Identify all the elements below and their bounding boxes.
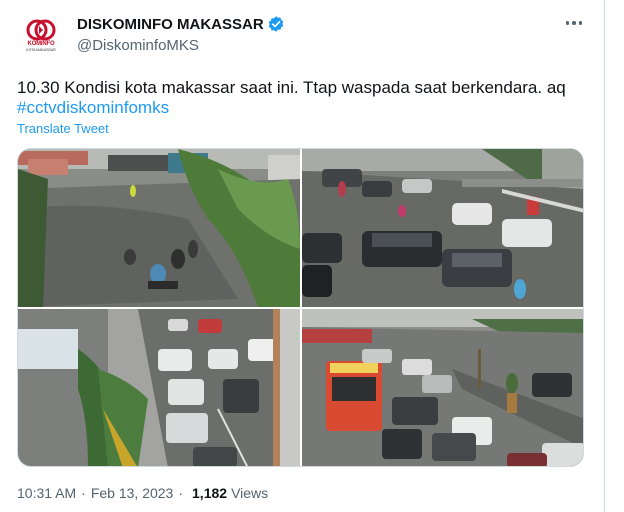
media-grid [17, 148, 584, 467]
kominfo-logo-icon [26, 19, 56, 40]
hashtag-link[interactable]: #cctvdiskominfomks [17, 97, 169, 119]
cctv-image [302, 149, 583, 307]
media-photo-traffic-jam[interactable] [18, 309, 300, 466]
media-photo-flooded-road[interactable] [302, 149, 583, 307]
media-photo-flooded-intersection[interactable] [302, 309, 583, 466]
tweet[interactable]: KOMINFO KOTA MAKASSAR DISKOMINFO MAKASSA… [0, 0, 604, 512]
more-dot-icon [578, 21, 583, 25]
cctv-image [18, 149, 300, 307]
tweet-text: 10.30 Kondisi kota makassar saat ini. Tt… [17, 78, 566, 97]
cctv-image [302, 309, 583, 466]
cctv-image [18, 309, 300, 466]
avatar-logo-subtext: KOTA MAKASSAR [26, 47, 56, 52]
more-dot-icon [565, 21, 570, 25]
author-name-row[interactable]: DISKOMINFO MAKASSAR [77, 14, 285, 34]
more-options-button[interactable] [561, 12, 587, 34]
tweet-time[interactable]: 10:31 AM [17, 485, 76, 501]
avatar-logo-text: KOMINFO [27, 40, 55, 47]
views-label: Views [231, 485, 269, 501]
tweet-date[interactable]: Feb 13, 2023 [91, 485, 174, 501]
avatar[interactable]: KOMINFO KOTA MAKASSAR [19, 13, 63, 57]
translate-tweet-link[interactable]: Translate Tweet [17, 121, 109, 136]
column-divider [604, 0, 605, 512]
views-count[interactable]: 1,182 [192, 485, 227, 501]
more-dot-icon [572, 21, 576, 25]
meta-separator: · [81, 485, 86, 501]
author-handle[interactable]: @DiskominfoMKS [77, 37, 199, 54]
meta-separator: · [178, 485, 184, 501]
media-photo-flooded-street[interactable] [18, 149, 300, 307]
display-name[interactable]: DISKOMINFO MAKASSAR [77, 16, 264, 33]
tweet-meta: 10:31 AM · Feb 13, 2023 · 1,182 Views [17, 485, 268, 501]
verified-badge-icon [268, 16, 283, 32]
